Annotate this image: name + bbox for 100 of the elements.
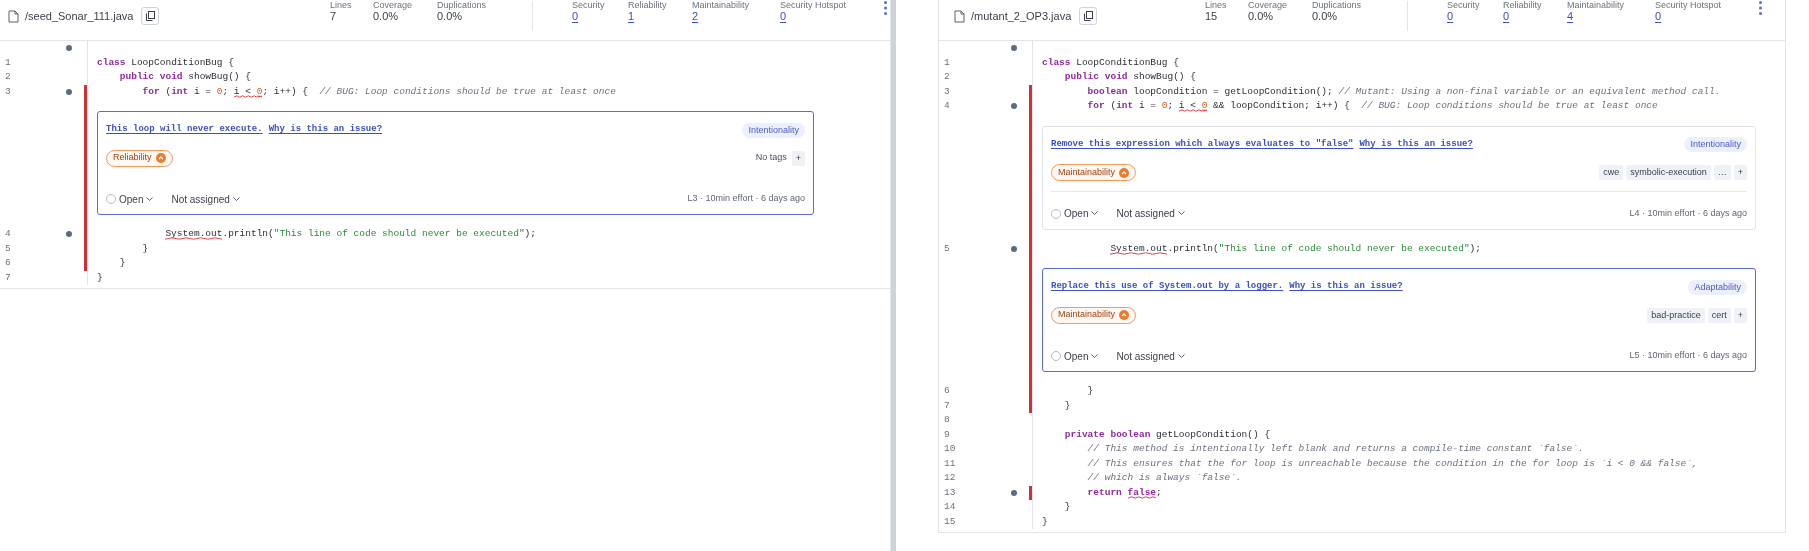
copy-button[interactable]: [1079, 7, 1098, 25]
metric-value: 0.0%: [1312, 10, 1339, 22]
why-link[interactable]: Why is this an issue?: [268, 123, 383, 137]
copy-button[interactable]: [141, 7, 160, 25]
issue-meta: L5 · 10min effort · 6 days ago: [1629, 349, 1747, 363]
code-line: return false;: [1086, 486, 1162, 498]
code-line: }: [1063, 501, 1071, 512]
code-line: // This method is intentionally left blank and returns a compile-time constant `false`.: [1086, 443, 1584, 454]
quality-label: Maintainability: [1058, 308, 1116, 322]
chevron-down-icon: [1091, 211, 1099, 216]
line-number: 4: [5, 228, 11, 239]
line-number: 3: [944, 85, 950, 97]
metric-label: Maintainability: [692, 0, 751, 10]
metric-link[interactable]: 0: [572, 10, 579, 22]
copy-icon: [145, 11, 155, 21]
issue-dot-icon: [1011, 45, 1017, 52]
metric-label: Lines: [1205, 0, 1228, 10]
line-number: 9: [944, 428, 950, 440]
metric-label: Security Hotspot: [1655, 0, 1723, 10]
issue-message-link[interactable]: Remove this expression which always evaluates to "false": [1051, 137, 1354, 152]
code-line: }: [141, 242, 149, 254]
file-name: /seed_Sonar_111.java: [25, 8, 134, 24]
line-number: 2: [5, 71, 11, 82]
attribute-tag: Intentionality: [742, 122, 805, 138]
issue-message-link[interactable]: This loop will never execute.: [106, 123, 263, 137]
severity-icon: [1119, 167, 1130, 178]
more-options-icon: [883, 1, 887, 15]
line-number: 10: [944, 443, 956, 454]
metric-link[interactable]: 1: [628, 10, 635, 22]
issue-card[interactable]: This loop will never execute. Why is this an issue? Intentionality Reliability No tags + Open Not assigned L3 · 10min effort · 6 days ago: [97, 111, 814, 215]
add-tag-button[interactable]: +: [1733, 307, 1747, 323]
metric-value: 15: [1205, 10, 1219, 22]
metric-label: Reliability: [1503, 0, 1543, 10]
issue-message-link[interactable]: Replace this use of System.out by a logger.: [1051, 280, 1284, 294]
line-number: 12: [944, 472, 956, 483]
line-number: 5: [944, 242, 950, 254]
why-link[interactable]: Why is this an issue?: [1359, 137, 1473, 152]
metric-value: 0.0%: [373, 10, 400, 22]
code-line: }: [1086, 385, 1094, 396]
status-dropdown[interactable]: Open: [1051, 206, 1099, 221]
issue-meta: L3 · 10min effort · 6 days ago: [687, 192, 805, 206]
quality-label: Reliability: [113, 151, 152, 165]
metric-value: 7: [330, 10, 338, 22]
file-name: /mutant_2_OP3.java: [971, 8, 1072, 24]
assignee-dropdown[interactable]: Not assigned: [1116, 348, 1185, 364]
line-number: 1: [944, 56, 950, 68]
line-number: 7: [944, 399, 950, 411]
tag-chip: cwe: [1599, 165, 1624, 180]
metric-link[interactable]: 0: [1503, 10, 1510, 22]
code-line: // which is always `false`.: [1086, 472, 1242, 483]
issue-card[interactable]: Remove this expression which always evaluates to "false" Why is this an issue? Intentionality Maintainability cwe symbolic-execution … + Open Not assigned L4 · 10min effort · 6 days ago: [1042, 125, 1756, 230]
code-line: class LoopConditionBug {: [1042, 56, 1179, 68]
chevron-down-icon: [146, 196, 154, 202]
tag-chip: symbolic-execution: [1626, 165, 1711, 180]
code-line: public void showBug() {: [118, 71, 251, 82]
issue-card[interactable]: Replace this use of System.out by a logger. Why is this an issue? Adaptability Maintainability bad-practice cert + Open Not assigned L5 · 10min effort · 6 days ago: [1042, 268, 1756, 372]
code-line: for (int i = 0; i < 0; i++) { // BUG: Loop conditions should be true at least once: [141, 85, 616, 97]
metric-value: 0.0%: [1248, 10, 1275, 22]
metric-label: Duplications: [437, 0, 488, 10]
tag-chip: cert: [1707, 307, 1731, 323]
assignee-dropdown[interactable]: Not assigned: [1116, 206, 1185, 221]
status-dropdown[interactable]: Open: [106, 191, 154, 207]
severity-icon: [1119, 310, 1130, 320]
code-line: System.out.println("This line of code should never be executed");: [1109, 242, 1481, 254]
line-number: 1: [5, 56, 11, 68]
metric-link[interactable]: 0: [780, 10, 787, 22]
metric-label: Reliability: [628, 0, 668, 10]
why-link[interactable]: Why is this an issue?: [1289, 280, 1403, 294]
metric-link[interactable]: 0: [1655, 10, 1662, 22]
add-tag-button[interactable]: +: [1733, 165, 1747, 180]
line-number: 4: [944, 100, 950, 111]
line-number: 14: [944, 501, 956, 512]
file-icon: [8, 9, 19, 23]
line-number: 13: [944, 486, 956, 498]
more-options-button[interactable]: [1757, 0, 1763, 16]
metric-value: 0.0%: [437, 10, 464, 22]
issue-dot-icon: [66, 45, 72, 52]
add-tag-button[interactable]: +: [791, 150, 805, 166]
line-number: 15: [944, 515, 956, 527]
tag-chip: …: [1713, 165, 1731, 180]
metric-link[interactable]: 4: [1567, 10, 1574, 22]
status-dropdown[interactable]: Open: [1051, 348, 1099, 364]
chevron-down-icon: [232, 196, 240, 202]
copy-icon: [1083, 11, 1093, 21]
metric-link[interactable]: 2: [692, 10, 699, 22]
code-line: }: [1042, 515, 1048, 527]
more-options-button[interactable]: [882, 0, 888, 16]
metric-label: Coverage: [1248, 0, 1289, 10]
chevron-down-icon: [1091, 353, 1099, 359]
code-line: }: [1063, 399, 1071, 411]
chevron-down-icon: [1177, 211, 1185, 216]
code-line: // This ensures that the for loop is unreachable because the condition in the for loop is `i < 0 && false`,: [1086, 457, 1698, 469]
attribute-tag: Adaptability: [1688, 279, 1747, 295]
code-line: private boolean getLoopCondition() {: [1063, 428, 1271, 440]
metric-link[interactable]: 0: [1447, 10, 1454, 22]
assignee-dropdown[interactable]: Not assigned: [171, 191, 240, 207]
line-number: 2: [944, 71, 950, 82]
metric-label: Security: [572, 0, 606, 10]
metric-label: Security: [1447, 0, 1481, 10]
file-icon: [954, 9, 965, 23]
